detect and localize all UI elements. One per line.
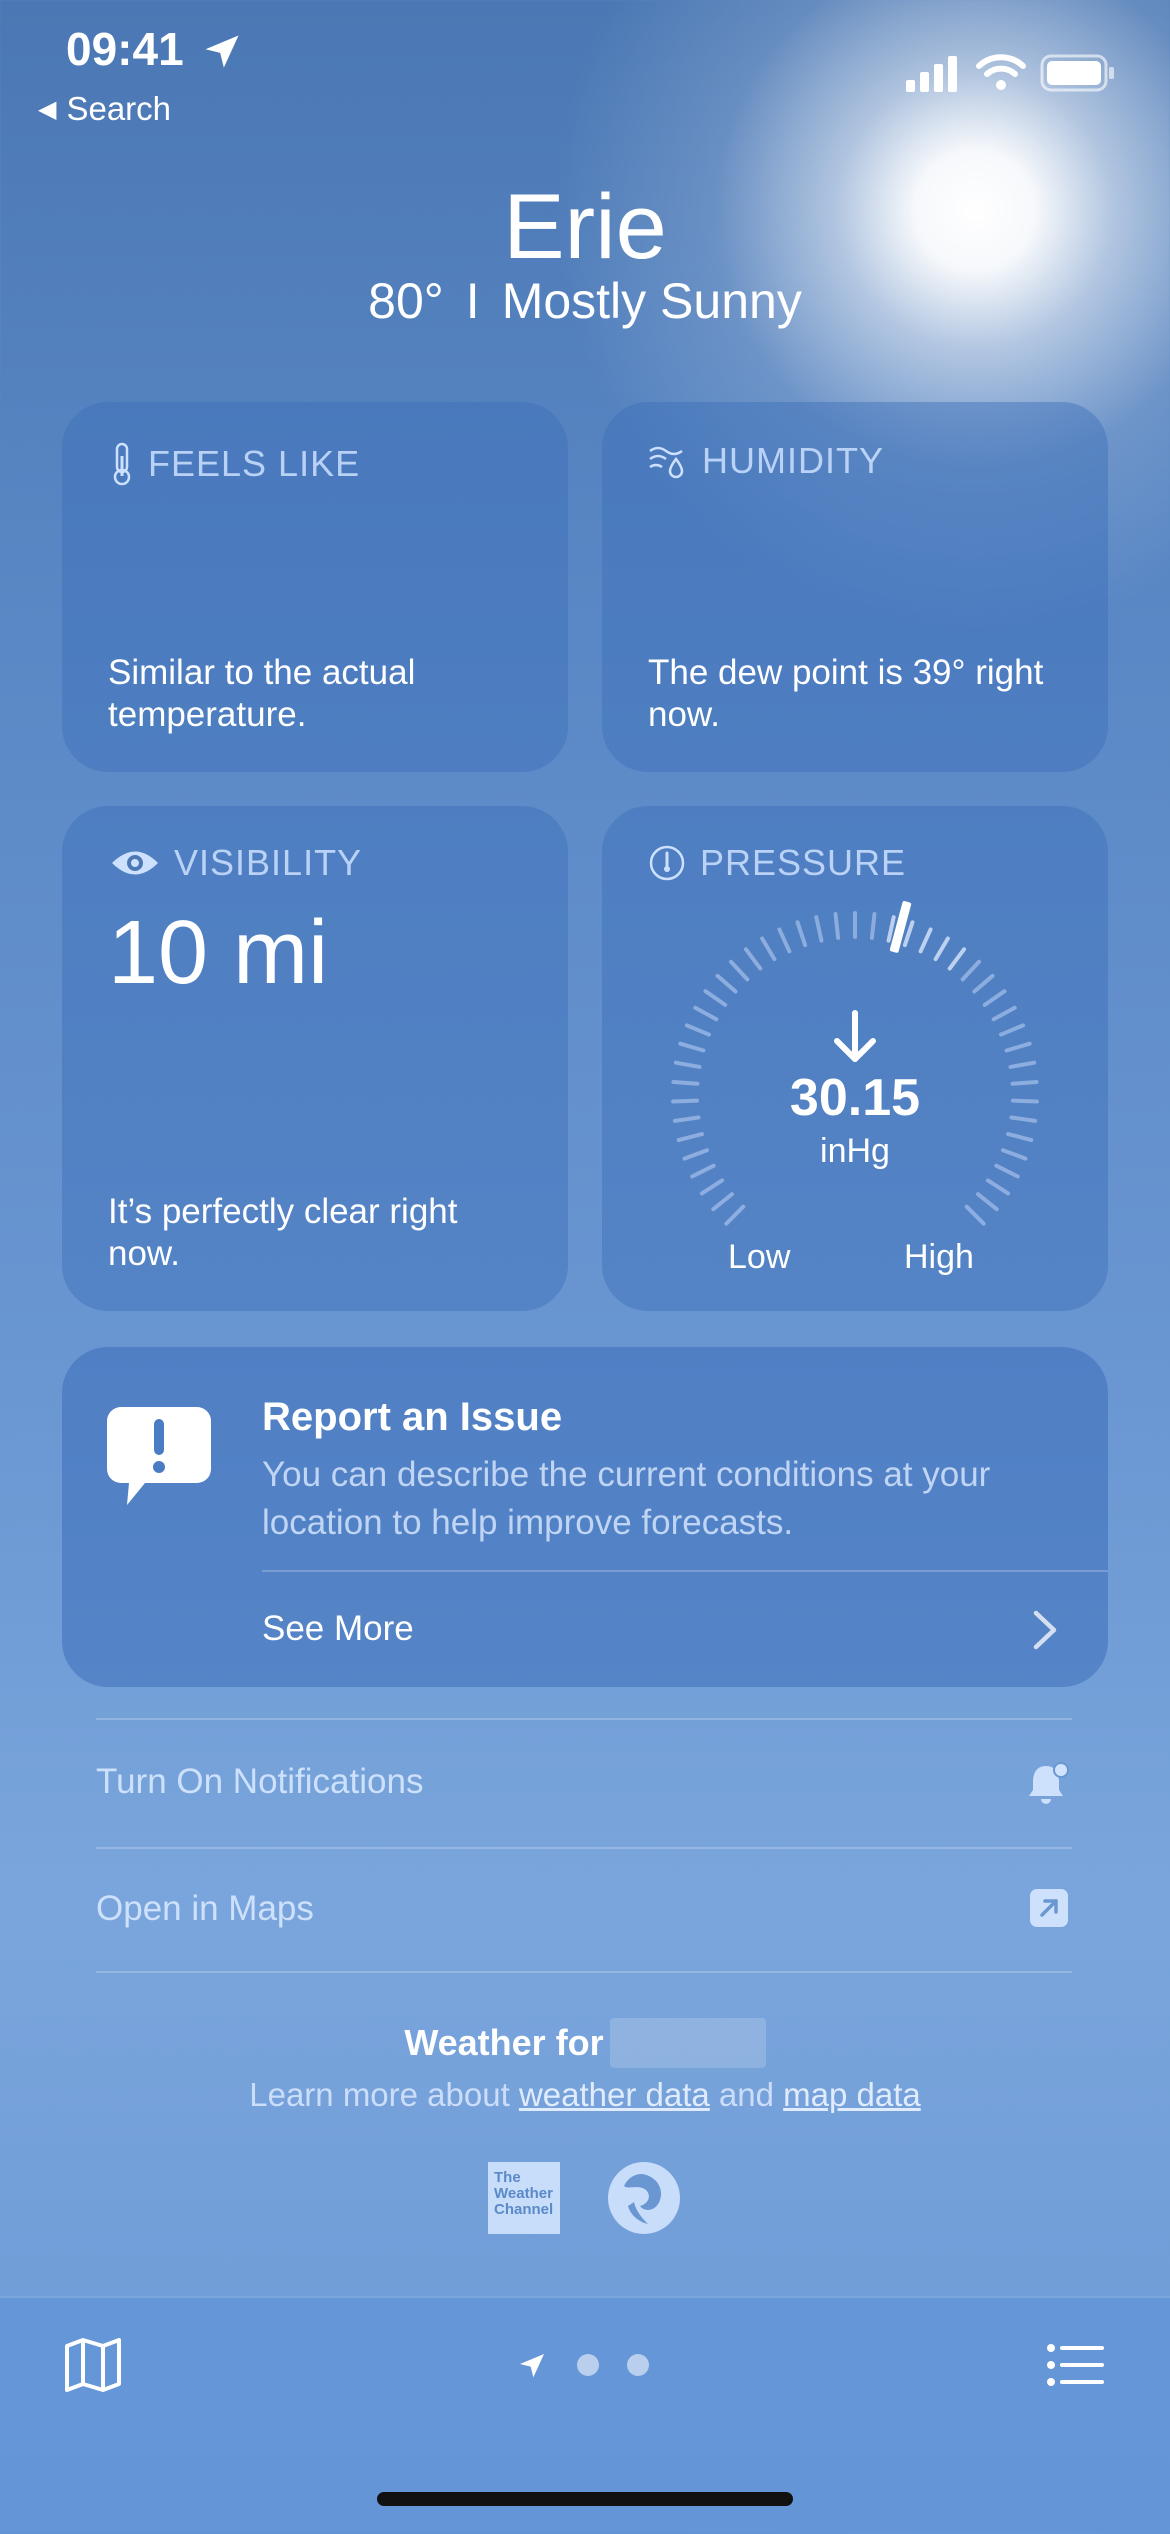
current-temperature: 80° <box>368 273 444 329</box>
weather-channel-logo-text: The Weather Channel <box>494 2169 554 2218</box>
pressure-high-label: High <box>904 1238 974 1276</box>
learn-more-line: Learn more about weather data and map da… <box>0 2076 1170 2114</box>
wifi-icon <box>976 54 1026 90</box>
open-external-icon <box>1030 1889 1068 1927</box>
visibility-title: VISIBILITY <box>174 842 363 883</box>
gauge-tick <box>853 911 857 939</box>
pressure-value: 30.15 <box>789 1069 921 1127</box>
pressure-title: PRESSURE <box>700 842 907 883</box>
pressure-unit: inHg <box>820 1132 890 1170</box>
gauge-tick <box>833 911 841 941</box>
page-dot-3[interactable] <box>627 2354 649 2376</box>
humidity-text: The dew point is 39° right now. <box>648 653 1044 734</box>
gauge-tick <box>975 1191 1000 1213</box>
report-bubble-icon <box>107 1407 211 1505</box>
page-dot-2[interactable] <box>577 2354 599 2376</box>
gauge-tick <box>917 926 934 954</box>
home-indicator <box>377 2492 793 2506</box>
location-arrow-icon <box>205 35 239 68</box>
gauge-tick <box>710 1191 735 1213</box>
see-more-button[interactable]: See More <box>262 1571 1108 1687</box>
bottom-toolbar <box>0 2296 1170 2534</box>
feels-like-text: Similar to the actual temperature. <box>108 653 416 734</box>
gauge-tick <box>692 1005 720 1022</box>
gauge-tick <box>982 988 1008 1008</box>
gauge-tick <box>743 946 764 972</box>
gauge-tick <box>794 919 808 948</box>
redacted-location <box>609 2018 766 2068</box>
current-condition: Mostly Sunny <box>501 273 802 329</box>
bell-badge-icon <box>1029 1762 1069 1804</box>
actions-divider-bottom <box>96 1971 1072 1973</box>
gauge-tick <box>813 914 824 943</box>
open-in-maps-label: Open in Maps <box>96 1889 314 1928</box>
learn-more-and: and <box>718 2076 774 2113</box>
city-name: Erie <box>503 176 667 278</box>
list-icon[interactable] <box>1046 2342 1104 2388</box>
gauge-tick <box>728 958 751 983</box>
gauge-tick <box>971 972 996 995</box>
thermometer-icon <box>113 442 131 486</box>
pressure-card[interactable]: PRESSURE 30.15 inHg Low High <box>602 806 1108 1311</box>
gauge-tick <box>1004 1041 1033 1053</box>
back-label: Search <box>66 90 172 127</box>
visibility-value: 10 mi <box>108 903 329 1003</box>
gauge-tick <box>677 1041 706 1053</box>
map-data-provider-logo-icon[interactable] <box>608 2162 680 2234</box>
gauge-tick <box>702 988 728 1008</box>
turn-on-notifications-label: Turn On Notifications <box>96 1762 424 1801</box>
feels-like-card[interactable]: FEELS LIKE Similar to the actual tempera… <box>62 402 568 772</box>
chevron-right-icon <box>1033 1610 1057 1650</box>
current-location-page-icon[interactable] <box>516 2350 548 2382</box>
report-description: You can describe the current conditions … <box>262 1455 991 1542</box>
learn-more-prefix: Learn more about <box>249 2076 510 2113</box>
humidity-icon <box>649 446 684 479</box>
status-time: 09:41 <box>66 23 184 75</box>
cellular-signal-icon <box>906 56 957 92</box>
gauge-tick <box>869 911 877 941</box>
visibility-text: It’s perfectly clear right now. <box>108 1192 458 1273</box>
weather-for-line: Weather for <box>0 2018 1170 2068</box>
back-to-search[interactable]: ◀ Search <box>38 90 171 128</box>
gauge-tick <box>759 935 778 962</box>
humidity-title: HUMIDITY <box>702 440 884 481</box>
map-icon[interactable] <box>64 2338 122 2392</box>
see-more-label: See More <box>262 1609 414 1648</box>
weather-for-label: Weather for <box>404 2022 604 2063</box>
gauge-tick <box>714 972 739 995</box>
turn-on-notifications-row[interactable]: Turn On Notifications <box>96 1720 1072 1846</box>
header-separator: I <box>465 273 480 329</box>
weather-channel-logo[interactable]: The Weather Channel <box>488 2162 560 2234</box>
gauge-tick <box>963 1203 987 1227</box>
gauge-icon <box>649 845 685 881</box>
gauge-tick <box>684 1022 712 1038</box>
gauge-tick <box>946 946 967 972</box>
visibility-card[interactable]: VISIBILITY 10 mi It’s perfectly clear ri… <box>62 806 568 1311</box>
report-title: Report an Issue <box>262 1395 563 1439</box>
battery-icon <box>1040 54 1114 92</box>
gauge-tick <box>990 1005 1018 1022</box>
gauge-tick <box>985 1177 1011 1197</box>
gauge-tick <box>699 1177 725 1197</box>
feels-like-title: FEELS LIKE <box>148 443 361 484</box>
humidity-card[interactable]: HUMIDITY The dew point is 39° right now. <box>602 402 1108 772</box>
gauge-tick <box>998 1022 1026 1038</box>
report-issue-card[interactable]: Report an Issue You can describe the cur… <box>62 1347 1108 1687</box>
back-triangle-icon: ◀ <box>38 95 57 123</box>
gauge-tick <box>776 926 793 954</box>
current-conditions: 80° I Mostly Sunny <box>0 272 1170 330</box>
gauge-tick <box>959 958 982 983</box>
map-data-link[interactable]: map data <box>783 2076 921 2113</box>
gauge-tick <box>932 935 951 962</box>
gauge-tick <box>723 1203 747 1227</box>
eye-icon <box>112 851 158 875</box>
pressure-low-label: Low <box>728 1238 791 1276</box>
open-in-maps-row[interactable]: Open in Maps <box>96 1849 1072 1971</box>
weather-data-link[interactable]: weather data <box>519 2076 710 2113</box>
arrow-down-icon <box>834 1010 876 1062</box>
